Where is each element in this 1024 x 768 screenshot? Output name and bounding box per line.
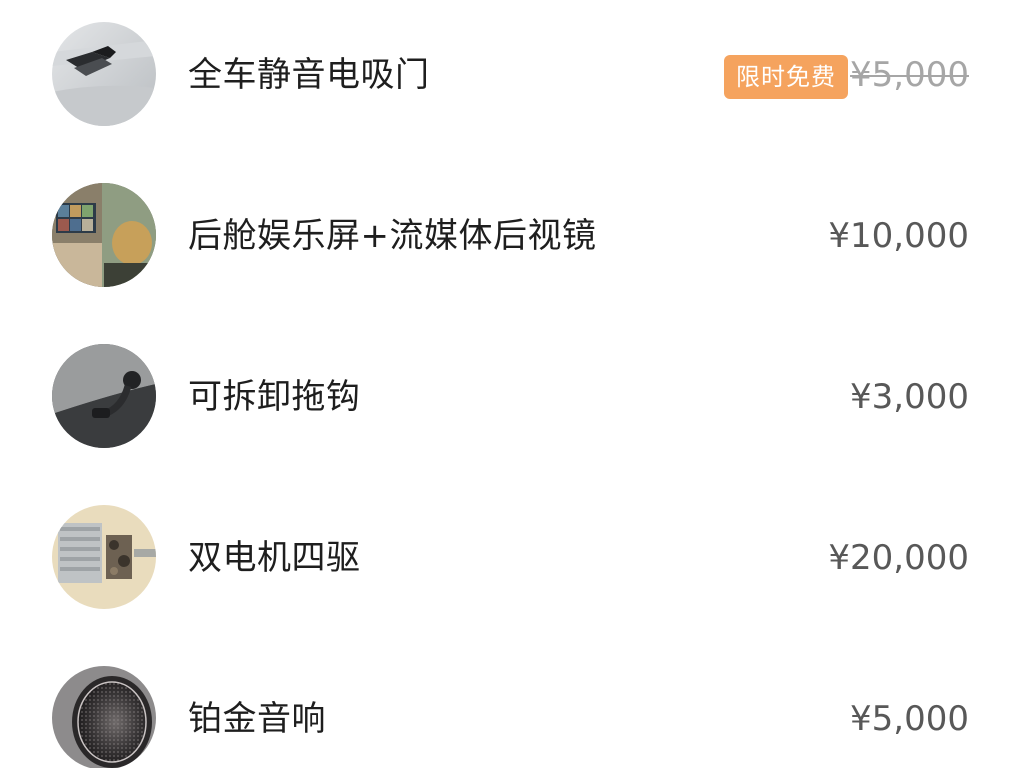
- list-item-dual-motor-awd[interactable]: 双电机四驱 ¥20,000: [0, 498, 1024, 618]
- item-name: 双电机四驱: [188, 538, 361, 578]
- option-list: 全车静音电吸门 限时免费 ¥5,000 后舱娱乐屏+流媒体后视镜 ¥10,000…: [0, 0, 1024, 768]
- list-item-electric-suction-door[interactable]: 全车静音电吸门 限时免费 ¥5,000: [0, 15, 1024, 135]
- list-item-detachable-tow-hook[interactable]: 可拆卸拖钩 ¥3,000: [0, 337, 1024, 457]
- list-item-rear-entertainment-screen[interactable]: 后舱娱乐屏+流媒体后视镜 ¥10,000: [0, 176, 1024, 296]
- speaker-thumb: [52, 666, 156, 768]
- tow-hook-thumb: [52, 344, 156, 448]
- item-price: ¥10,000: [828, 216, 969, 256]
- electric-suction-door-thumb: [52, 22, 156, 126]
- item-price-original: ¥5,000: [850, 55, 969, 95]
- item-price: ¥20,000: [828, 538, 969, 578]
- item-name: 全车静音电吸门: [188, 55, 430, 95]
- item-name: 可拆卸拖钩: [188, 377, 361, 417]
- list-item-platinum-audio[interactable]: 铂金音响 ¥5,000: [0, 659, 1024, 768]
- item-name: 铂金音响: [188, 699, 326, 739]
- item-price: ¥5,000: [850, 699, 969, 739]
- item-name: 后舱娱乐屏+流媒体后视镜: [188, 216, 597, 256]
- dual-motor-awd-thumb: [52, 505, 156, 609]
- limited-free-badge: 限时免费: [724, 55, 848, 99]
- item-price: ¥3,000: [850, 377, 969, 417]
- rear-entertainment-screen-thumb: [52, 183, 156, 287]
